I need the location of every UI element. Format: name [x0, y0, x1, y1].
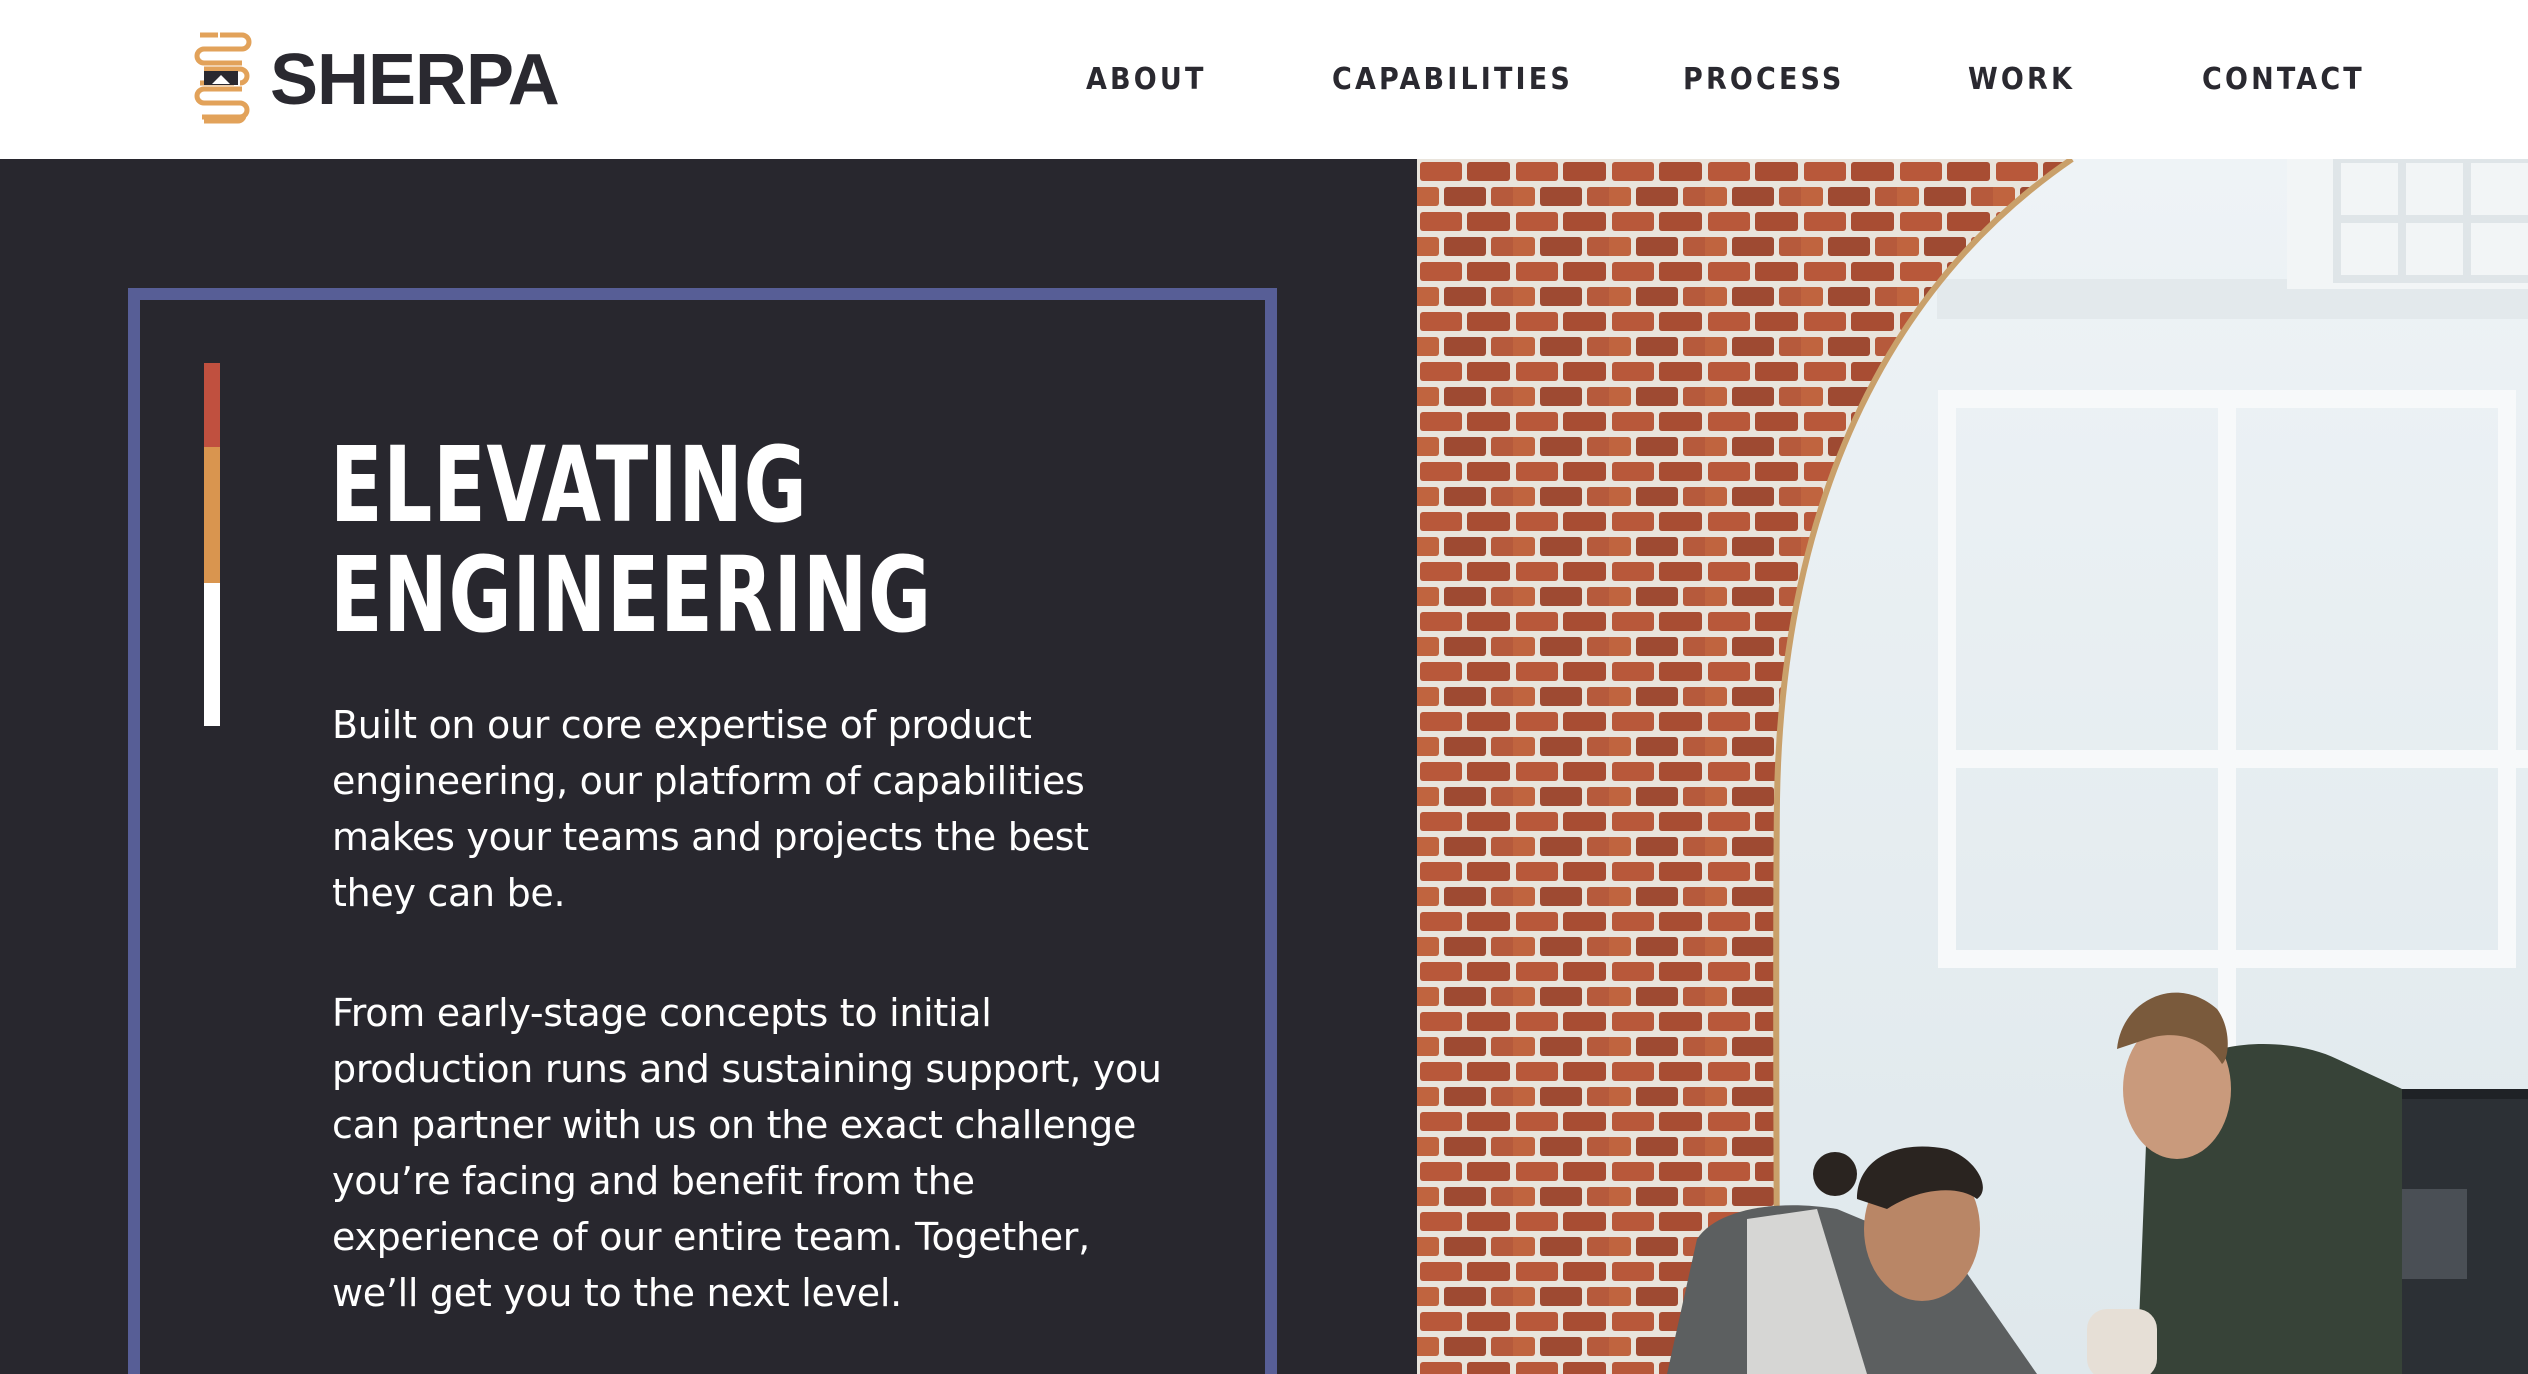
hero-title-line2: ENGINEERING: [330, 534, 932, 656]
logo[interactable]: SHERPA: [190, 30, 560, 130]
nav-work[interactable]: WORK: [1968, 58, 2075, 102]
accent-bar: [204, 363, 220, 726]
hero-title: ELEVATING ENGINEERING: [330, 430, 996, 650]
logo-wordmark: SHERPA: [270, 40, 560, 120]
nav-capabilities[interactable]: CAPABILITIES: [1332, 58, 1573, 102]
nav-process[interactable]: PROCESS: [1683, 58, 1845, 102]
accent-bar-white: [204, 583, 220, 726]
hero-title-line1: ELEVATING: [330, 424, 808, 546]
nav-contact[interactable]: CONTACT: [2202, 58, 2365, 102]
site-header: SHERPA ABOUT CAPABILITIES PROCESS WORK C…: [0, 0, 2528, 159]
sherpa-logo-icon: [194, 32, 252, 124]
accent-bar-red: [204, 363, 220, 447]
accent-bar-orange: [204, 447, 220, 583]
hero-photo: [1417, 159, 2528, 1374]
nav-about[interactable]: ABOUT: [1086, 58, 1207, 102]
hero-paragraph-2: From early-stage concepts to initial pro…: [332, 991, 1162, 1315]
hero-paragraph-1: Built on our core expertise of product e…: [332, 703, 1089, 915]
hero-photo-illustration: [1417, 159, 2528, 1374]
